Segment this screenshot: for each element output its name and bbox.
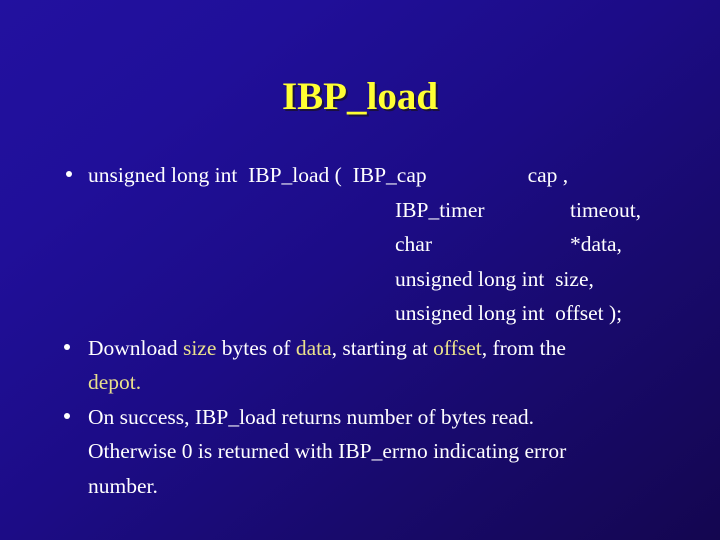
slide-canvas: IBP_load unsigned long int IBP_load ( IB… xyxy=(0,0,720,540)
description-text-download: Download xyxy=(88,335,183,360)
signature-open-paren: ( xyxy=(334,163,342,187)
signature-gap-5 xyxy=(544,301,555,325)
bullet-item-return-value: On success, IBP_load returns number of b… xyxy=(0,400,720,504)
bullet-dot-icon xyxy=(64,343,70,350)
description-highlight-data: data xyxy=(295,335,332,360)
bullet-dot-icon xyxy=(66,171,72,177)
return-value-line-3: number. xyxy=(88,473,158,498)
slide-body: unsigned long int IBP_load ( IBP_cap cap … xyxy=(0,158,720,503)
param-type-0: IBP_cap xyxy=(352,163,427,187)
signature-return-type: unsigned long int xyxy=(88,163,238,187)
signature-gap-1 xyxy=(237,163,248,187)
description-line-1: Download size bytes of data, starting at… xyxy=(88,331,720,366)
param-type-3: unsigned long int xyxy=(395,266,545,291)
return-value-line-2: Otherwise 0 is returned with IBP_errno i… xyxy=(88,439,567,463)
signature-function-name: IBP_load xyxy=(248,163,330,187)
description-highlight-offset: offset xyxy=(433,335,482,360)
signature-line-2: IBP_timer timeout, xyxy=(88,193,720,228)
description-text-bytes-of: bytes of xyxy=(216,335,296,360)
param-name-0: cap , xyxy=(527,163,569,187)
param-type-2: char xyxy=(395,232,432,256)
description-text-starting-at: , starting at xyxy=(331,335,434,360)
description-highlight-size: size xyxy=(182,335,217,360)
signature-line-1: unsigned long int IBP_load ( IBP_cap cap … xyxy=(88,158,720,193)
bullet-item-description: Download size bytes of data, starting at… xyxy=(0,331,720,400)
param-name-3: size, xyxy=(555,266,594,291)
signature-gap-3 xyxy=(342,163,353,187)
bullet-dot-icon xyxy=(64,412,70,419)
signature-line-4: unsigned long int size, xyxy=(88,262,720,297)
description-text-from-the: , from the xyxy=(481,335,566,360)
page-title: IBP_load xyxy=(281,75,439,118)
return-value-line-1: On success, IBP_load returns number of b… xyxy=(88,404,535,429)
signature-line-3: char *data, xyxy=(88,227,720,262)
signature-gap-4 xyxy=(544,267,555,291)
param-type-1: IBP_timer xyxy=(395,197,485,222)
bullet-item-signature: unsigned long int IBP_load ( IBP_cap cap … xyxy=(0,158,720,331)
param-name-1: timeout, xyxy=(570,197,642,222)
description-line-2: depot. xyxy=(88,370,142,394)
param-type-4: unsigned long int xyxy=(395,301,545,325)
param-name-2: *data, xyxy=(570,232,622,256)
param-name-4: offset ); xyxy=(555,301,623,325)
signature-line-5: unsigned long int offset ); xyxy=(88,296,720,331)
